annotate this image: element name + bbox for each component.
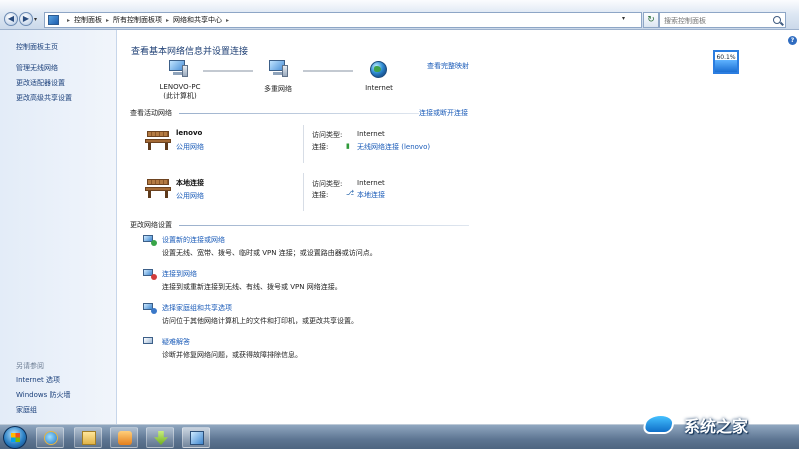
help-icon[interactable]: ? xyxy=(788,36,797,45)
wireless-connection-link[interactable]: 无线网络连接 (lenovo) xyxy=(357,142,430,152)
sidebar-item-internet-options[interactable]: Internet 选项 xyxy=(16,375,60,385)
task-connect-network-link[interactable]: 连接到网络 xyxy=(162,269,197,279)
internet-globe-icon[interactable] xyxy=(370,61,387,78)
network-name: 本地连接 xyxy=(176,179,204,187)
back-button[interactable]: ◀ xyxy=(4,12,18,26)
breadcrumb-separator-icon[interactable]: ▸ xyxy=(67,17,70,24)
breadcrumb-item[interactable]: 控制面板 xyxy=(74,15,102,25)
ethernet-plug-icon: ⎇ xyxy=(346,189,355,197)
page-title: 查看基本网络信息并设置连接 xyxy=(131,47,249,57)
change-settings-title: 更改网络设置 xyxy=(130,221,172,229)
internet-explorer-icon xyxy=(44,431,58,445)
connection-label: 连接: xyxy=(312,143,329,151)
access-type-label: 访问类型: xyxy=(312,131,343,139)
access-type-value: Internet xyxy=(357,130,385,138)
sidebar-item-manage-wireless[interactable]: 管理无线网络 xyxy=(16,63,58,73)
address-bar[interactable]: ▸ 控制面板 ▸ 所有控制面板项 ▸ 网络和共享中心 ▸ ▾ xyxy=(44,12,642,28)
breadcrumb-separator-icon[interactable]: ▸ xyxy=(106,17,109,24)
breadcrumb-separator-icon[interactable]: ▸ xyxy=(166,17,169,24)
breadcrumb-item[interactable]: 所有控制面板项 xyxy=(113,15,162,25)
task-troubleshoot-link[interactable]: 疑难解答 xyxy=(162,337,190,347)
task-homegroup-desc: 访问位于其他网络计算机上的文件和打印机，或更改共享设置。 xyxy=(162,317,358,325)
network-center-icon xyxy=(190,431,204,445)
back-arrow-icon: ◀ xyxy=(7,14,15,23)
address-bar-area: ◀ ▶ ▾ ▸ 控制面板 ▸ 所有控制面板项 ▸ 网络和共享中心 ▸ ▾ ↻ xyxy=(0,0,799,30)
taskbar-download-button[interactable] xyxy=(146,427,174,448)
recent-pages-dropdown-icon[interactable]: ▾ xyxy=(34,16,37,23)
watermark-logo: 系统之家 xyxy=(640,408,748,442)
multiple-networks-icon[interactable] xyxy=(269,60,289,78)
map-connector xyxy=(203,70,253,72)
forward-arrow-icon: ▶ xyxy=(22,14,30,23)
map-internet-label: Internet xyxy=(365,84,393,92)
network-type-link[interactable]: 公用网络 xyxy=(176,142,204,152)
task-pane: 控制面板主页 管理无线网络 更改适配器设置 更改高级共享设置 另请参阅 Inte… xyxy=(0,30,117,424)
usage-meter-widget[interactable]: 60.1% xyxy=(713,50,739,74)
task-troubleshoot-desc: 诊断并修复网络问题，或获得故障排除信息。 xyxy=(162,351,302,359)
sidebar-item-advanced-sharing[interactable]: 更改高级共享设置 xyxy=(16,93,72,103)
public-network-bench-icon xyxy=(143,177,173,199)
search-box[interactable] xyxy=(659,12,786,28)
local-connection-link[interactable]: 本地连接 xyxy=(357,190,385,200)
taskbar-network-center-button[interactable] xyxy=(182,427,210,448)
map-network-label: 多重网络 xyxy=(264,85,292,93)
address-dropdown-icon[interactable]: ▾ xyxy=(622,15,625,22)
public-network-bench-icon xyxy=(143,129,173,151)
usage-meter-fill xyxy=(715,59,737,72)
folder-icon xyxy=(82,431,96,445)
refresh-button[interactable]: ↻ xyxy=(643,12,659,28)
section-divider xyxy=(179,225,469,226)
connect-disconnect-link[interactable]: 连接或断开连接 xyxy=(419,108,468,118)
download-arrow-icon xyxy=(154,431,168,445)
map-connector xyxy=(303,70,353,72)
network-name: lenovo xyxy=(176,129,203,137)
network-divider xyxy=(303,173,304,211)
access-type-label: 访问类型: xyxy=(312,180,343,188)
connect-network-icon xyxy=(143,269,157,281)
map-computer-label: LENOVO-PC (此计算机) xyxy=(151,83,209,101)
search-icon[interactable] xyxy=(773,16,781,24)
connection-label: 连接: xyxy=(312,191,329,199)
sidebar-item-adapter-settings[interactable]: 更改适配器设置 xyxy=(16,78,65,88)
control-panel-icon xyxy=(48,15,59,25)
search-input[interactable] xyxy=(664,15,768,26)
taskbar-ie-button[interactable] xyxy=(36,427,64,448)
computer-name: LENOVO-PC xyxy=(159,83,201,91)
start-button[interactable] xyxy=(3,426,27,449)
task-connect-network-desc: 连接到或重新连接到无线、有线、拨号或 VPN 网络连接。 xyxy=(162,283,342,291)
usage-meter-value: 60.1% xyxy=(716,54,736,61)
network-type-link[interactable]: 公用网络 xyxy=(176,191,204,201)
brand-logo-icon xyxy=(640,410,680,440)
full-map-link[interactable]: 查看完整映射 xyxy=(427,61,469,71)
sidebar-item-control-panel-home[interactable]: 控制面板主页 xyxy=(16,42,58,52)
sidebar-item-homegroup[interactable]: 家庭组 xyxy=(16,405,37,415)
computer-icon[interactable] xyxy=(169,60,189,78)
refresh-icon: ↻ xyxy=(647,15,655,25)
task-setup-connection-desc: 设置无线、宽带、拨号、临时或 VPN 连接；或设置路由器或访问点。 xyxy=(162,249,377,257)
windows-logo-icon xyxy=(11,433,20,442)
sidebar-item-windows-firewall[interactable]: Windows 防火墙 xyxy=(16,390,70,400)
computer-sub: (此计算机) xyxy=(163,92,197,100)
breadcrumb-separator-icon[interactable]: ▸ xyxy=(226,17,229,24)
see-also-label: 另请参阅 xyxy=(16,362,44,370)
forward-button[interactable]: ▶ xyxy=(19,12,33,26)
taskbar-media-button[interactable] xyxy=(110,427,138,448)
taskbar-explorer-button[interactable] xyxy=(74,427,102,448)
breadcrumb-item[interactable]: 网络和共享中心 xyxy=(173,15,222,25)
active-networks-title: 查看活动网络 xyxy=(130,109,172,117)
task-setup-connection-link[interactable]: 设置新的连接或网络 xyxy=(162,235,225,245)
watermark-text: 系统之家 xyxy=(684,417,749,436)
section-divider xyxy=(179,113,419,114)
homegroup-sharing-icon xyxy=(143,303,157,315)
wireless-signal-icon: ▮ xyxy=(346,142,350,150)
media-player-icon xyxy=(118,431,132,445)
network-divider xyxy=(303,125,304,163)
troubleshoot-icon xyxy=(143,337,157,349)
content-pane: 查看基本网络信息并设置连接 查看完整映射 LENOVO-PC (此计算机) 多重… xyxy=(117,30,799,424)
access-type-value: Internet xyxy=(357,179,385,187)
task-homegroup-link[interactable]: 选择家庭组和共享选项 xyxy=(162,303,232,313)
new-connection-icon xyxy=(143,235,157,247)
